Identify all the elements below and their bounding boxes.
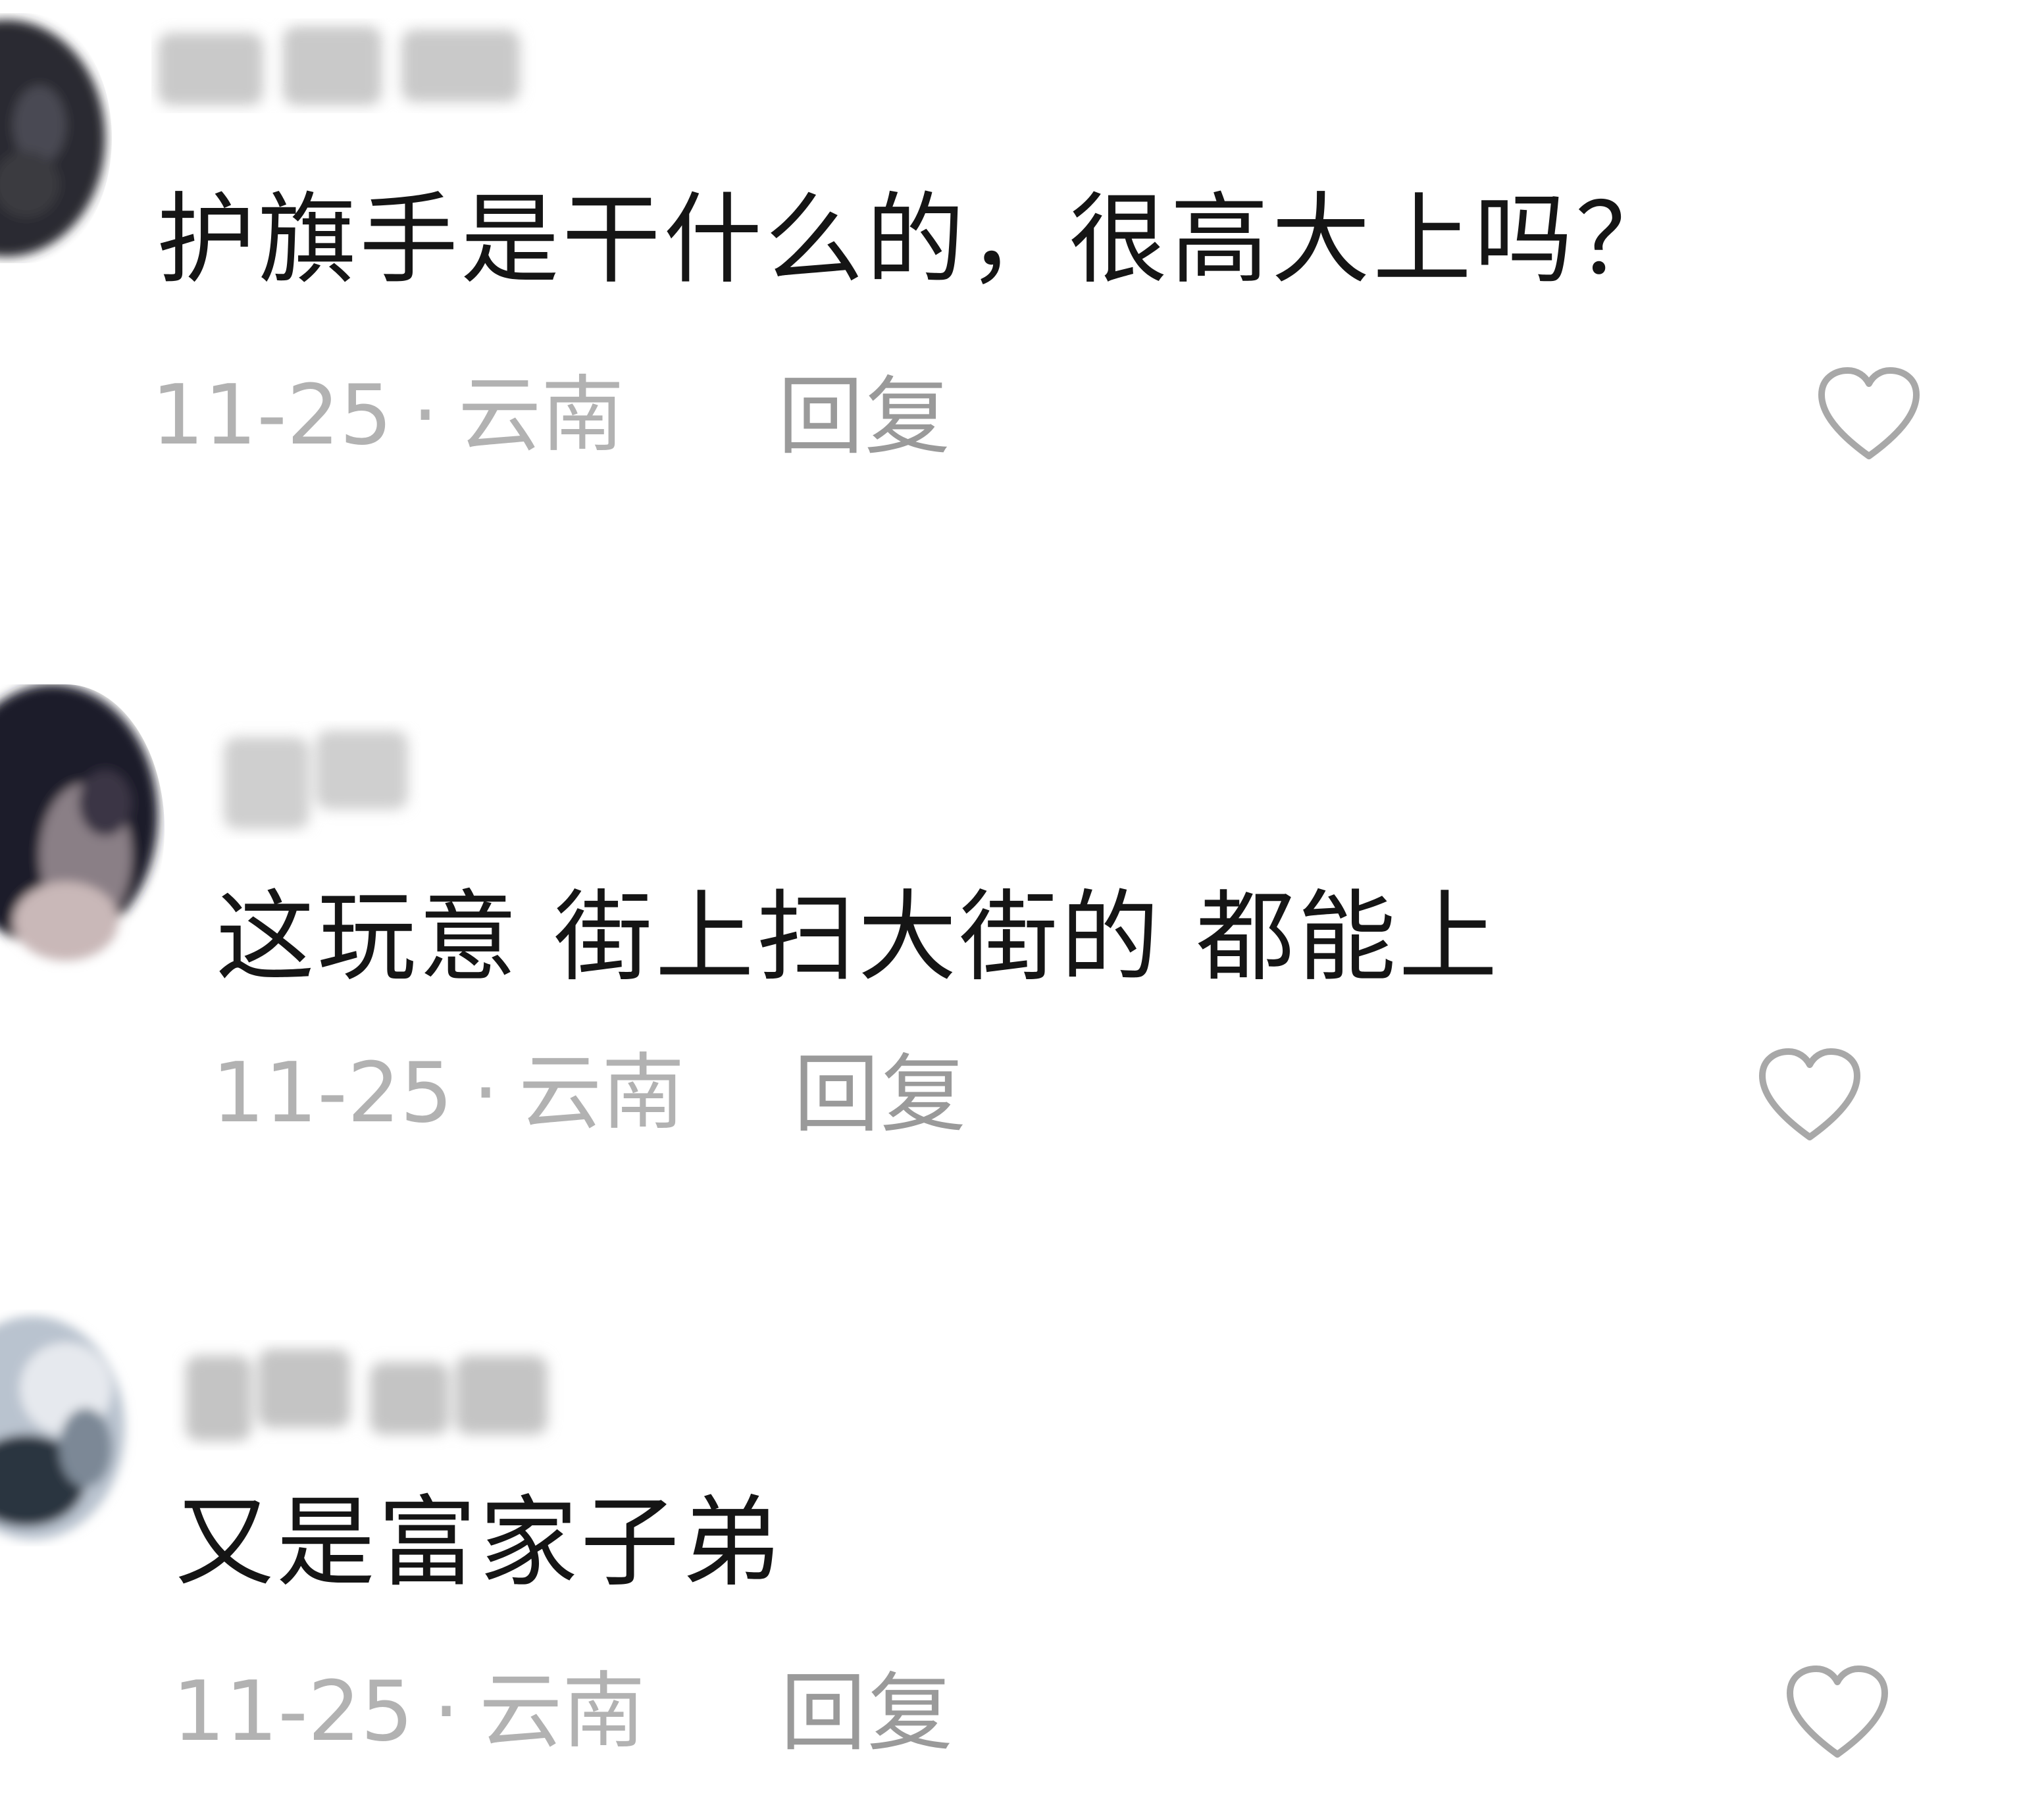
comment-location: 云南: [479, 1663, 646, 1760]
meta-separator: ·: [412, 367, 439, 463]
like-button[interactable]: [1757, 1046, 1862, 1145]
comment-text: 又是富家子弟: [175, 1486, 784, 1600]
heart-outline-icon: [1818, 367, 1920, 459]
comment-meta: 11-25 · 云南: [151, 374, 624, 457]
heart-outline-icon: [1759, 1048, 1860, 1140]
username-blurred[interactable]: [172, 1329, 567, 1461]
reply-button[interactable]: 回复: [778, 374, 952, 459]
like-button[interactable]: [1816, 365, 1922, 464]
avatar[interactable]: [0, 684, 165, 974]
comment-location: 云南: [458, 367, 625, 463]
reply-button[interactable]: 回复: [794, 1052, 967, 1137]
meta-separator: ·: [433, 1663, 460, 1760]
username-blurred[interactable]: [151, 13, 559, 125]
comment-date: 11-25: [212, 1044, 453, 1141]
meta-separator: ·: [473, 1044, 499, 1141]
avatar[interactable]: [0, 13, 112, 263]
heart-outline-icon: [1787, 1665, 1888, 1758]
like-button[interactable]: [1785, 1664, 1890, 1762]
avatar[interactable]: [0, 1309, 145, 1546]
comment-meta: 11-25 · 云南: [212, 1052, 684, 1134]
comment-meta: 11-25 · 云南: [172, 1670, 645, 1753]
comment-date: 11-25: [151, 367, 393, 463]
username-blurred[interactable]: [211, 711, 421, 855]
comment-date: 11-25: [172, 1663, 414, 1760]
comment-text: 护旗手是干什么的，很高大上吗？: [157, 183, 1677, 297]
comment-location: 云南: [519, 1044, 685, 1141]
reply-button[interactable]: 回复: [780, 1670, 954, 1756]
comment-text: 这玩意 街上扫大街的 都能上: [216, 880, 1500, 995]
